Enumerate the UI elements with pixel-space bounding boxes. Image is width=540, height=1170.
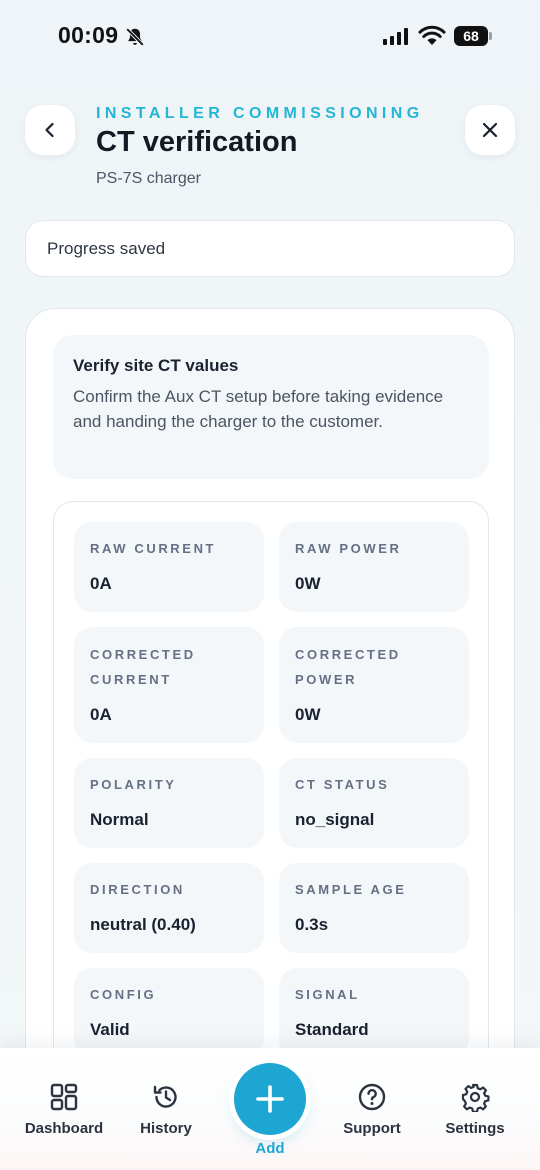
progress-saved-banner: Progress saved xyxy=(25,220,515,277)
status-bar: 00:09 68 xyxy=(0,0,540,72)
metric-tile-corrected-current: CORRECTED CURRENT 0A xyxy=(74,627,264,743)
metric-label: POLARITY xyxy=(90,777,177,792)
status-time: 00:09 xyxy=(58,22,119,48)
metric-value: 0A xyxy=(90,705,112,724)
metric-tile-direction: DIRECTION neutral (0.40) xyxy=(74,863,264,953)
page-subtitle: PS-7S charger xyxy=(96,170,201,187)
metric-value: no_signal xyxy=(295,810,375,829)
nav-label: History xyxy=(140,1120,192,1137)
metric-label: RAW POWER xyxy=(295,541,402,556)
metric-label: CONFIG xyxy=(90,987,157,1002)
info-box: Verify site CT values Confirm the Aux CT… xyxy=(53,335,489,479)
add-label: Add xyxy=(255,1140,285,1157)
metric-tile-raw-current: RAW CURRENT 0A xyxy=(74,522,264,612)
chevron-left-icon xyxy=(45,122,54,138)
metric-tile-sample-age: SAMPLE AGE 0.3s xyxy=(279,863,469,953)
add-button[interactable] xyxy=(234,1063,306,1135)
metric-label: SIGNAL xyxy=(295,987,360,1002)
metric-value: Normal xyxy=(90,810,149,829)
metric-value: 0A xyxy=(90,574,112,593)
metric-value: 0.3s xyxy=(295,915,329,934)
info-title: Verify site CT values xyxy=(73,356,239,375)
metric-label: DIRECTION xyxy=(90,882,185,897)
wifi-icon xyxy=(418,25,446,45)
metric-tile-config: CONFIG Valid xyxy=(74,968,264,1058)
metric-tile-ct-status: CT STATUS no_signal xyxy=(279,758,469,848)
history-icon xyxy=(153,1085,177,1108)
close-icon xyxy=(482,122,498,138)
nav-settings[interactable]: Settings xyxy=(421,1048,529,1170)
metric-value: Standard xyxy=(295,1020,369,1039)
metric-label: CT STATUS xyxy=(295,777,390,792)
section-eyebrow: INSTALLER COMMISSIONING xyxy=(96,105,424,122)
page-title: CT verification xyxy=(96,126,298,158)
nav-support[interactable]: Support xyxy=(318,1048,426,1170)
info-text: Confirm the Aux CT setup before taking e… xyxy=(73,387,444,431)
nav-label: Support xyxy=(343,1120,401,1137)
metric-tile-signal: SIGNAL Standard xyxy=(279,968,469,1058)
cellular-signal-icon xyxy=(383,27,408,45)
help-circle-icon xyxy=(358,1083,386,1111)
metric-tile-polarity: POLARITY Normal xyxy=(74,758,264,848)
nav-label: Dashboard xyxy=(24,1120,104,1137)
metric-value: 0W xyxy=(295,574,321,593)
metric-label: RAW CURRENT xyxy=(90,541,217,556)
ct-verification-card: Verify site CT values Confirm the Aux CT… xyxy=(25,308,515,1170)
nav-label: Settings xyxy=(445,1120,505,1137)
back-button[interactable] xyxy=(25,105,75,155)
metric-value: neutral (0.40) xyxy=(90,915,196,934)
nav-dashboard[interactable]: Dashboard xyxy=(10,1048,118,1170)
close-button[interactable] xyxy=(465,105,515,155)
battery-icon: 68 xyxy=(454,26,492,46)
metric-label: CORRECTED CURRENT xyxy=(90,647,196,687)
metric-label: SAMPLE AGE xyxy=(295,882,407,897)
metric-value: Valid xyxy=(90,1020,130,1039)
metric-value: 0W xyxy=(295,705,321,724)
nav-history[interactable]: History xyxy=(112,1048,220,1170)
bell-muted-icon xyxy=(125,27,145,47)
metric-label: CORRECTED POWER xyxy=(295,647,401,687)
plus-icon xyxy=(256,1085,284,1113)
battery-level: 68 xyxy=(454,26,488,46)
metric-tile-corrected-power: CORRECTED POWER 0W xyxy=(279,627,469,743)
metric-tile-raw-power: RAW POWER 0W xyxy=(279,522,469,612)
dashboard-grid-icon xyxy=(50,1083,78,1111)
gear-icon xyxy=(461,1083,490,1112)
